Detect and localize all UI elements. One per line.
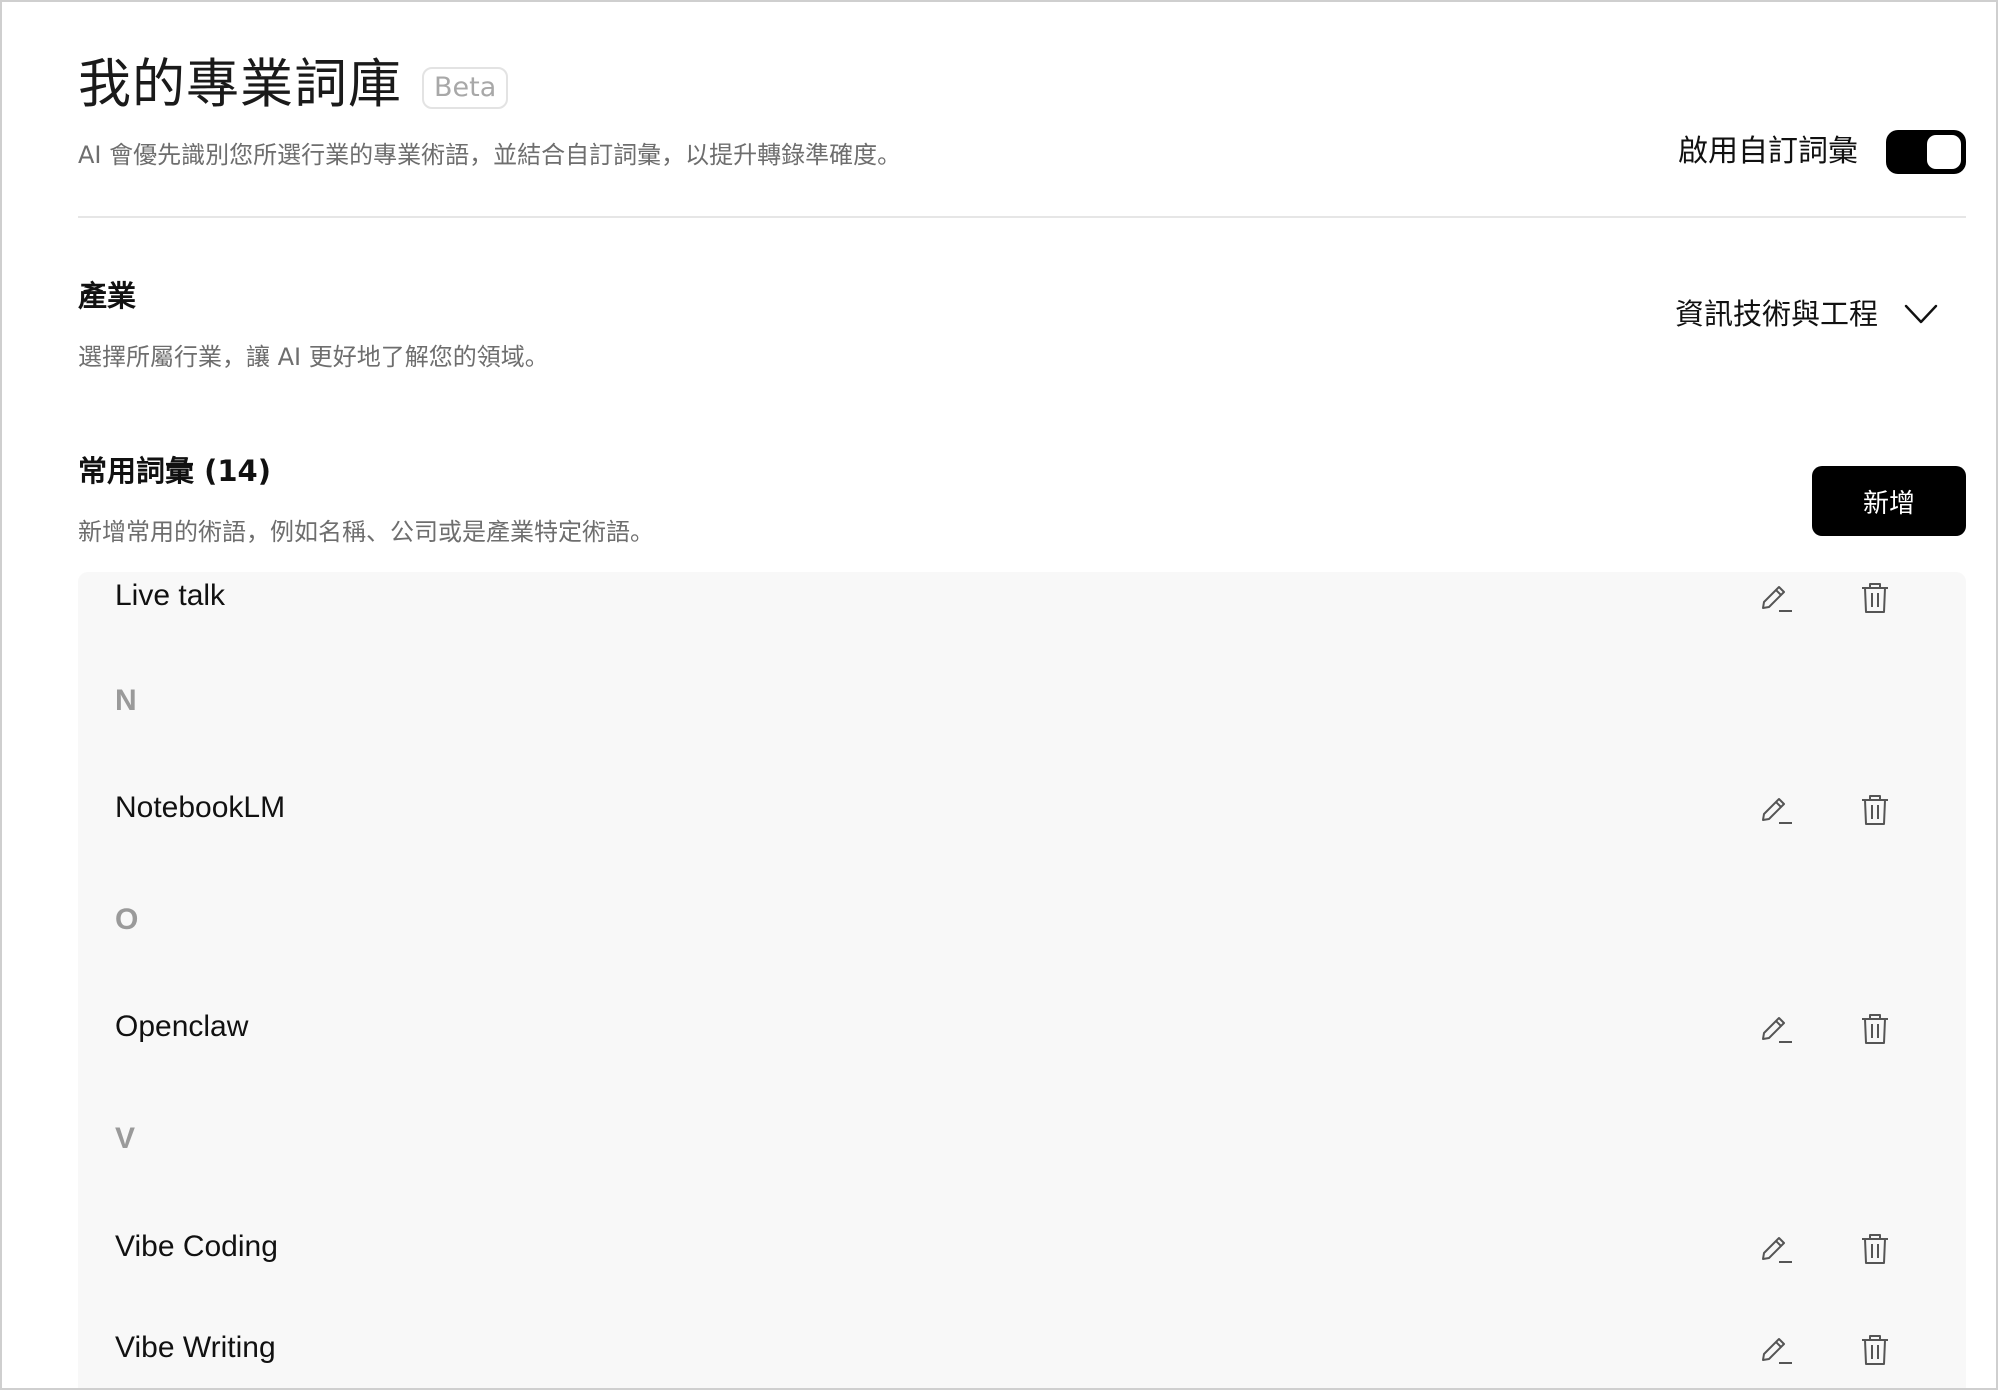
group-letter: N	[115, 684, 137, 717]
list-item: Vibe Writing	[78, 1318, 1966, 1378]
delete-button[interactable]	[1858, 580, 1892, 614]
pencil-edit-icon	[1762, 1237, 1792, 1263]
pencil-edit-icon	[1762, 1338, 1792, 1364]
delete-button[interactable]	[1858, 1231, 1892, 1265]
industry-section-description: 選擇所屬行業，讓 AI 更好地了解您的領域。	[78, 343, 549, 371]
custom-vocab-toggle-group: 啟用自訂詞彙	[1678, 130, 1966, 174]
delete-button[interactable]	[1858, 1332, 1892, 1366]
custom-vocab-toggle-label: 啟用自訂詞彙	[1678, 134, 1858, 169]
trash-icon	[1862, 1234, 1888, 1264]
edit-button[interactable]	[1759, 1332, 1793, 1366]
page-description: AI 會優先識別您所選行業的專業術語，並結合自訂詞彙，以提升轉錄準確度。	[78, 141, 902, 169]
vocab-list: Live talk N NotebookLM O Openclaw V Vibe…	[78, 572, 1966, 1388]
industry-dropdown[interactable]: 資訊技術與工程	[1675, 294, 1938, 334]
beta-badge: Beta	[422, 67, 509, 109]
term-text: NotebookLM	[115, 791, 286, 824]
industry-section-title: 產業	[78, 279, 137, 313]
add-term-button[interactable]: 新增	[1812, 466, 1966, 536]
edit-button[interactable]	[1759, 1231, 1793, 1265]
edit-button[interactable]	[1759, 580, 1793, 614]
chevron-down-icon	[1904, 304, 1938, 324]
edit-button[interactable]	[1759, 1011, 1793, 1045]
list-item: Live talk	[78, 572, 1966, 626]
term-text: Vibe Coding	[115, 1230, 278, 1263]
trash-icon	[1862, 795, 1888, 825]
page-title: 我的專業詞庫	[78, 54, 402, 115]
term-text: Openclaw	[115, 1010, 249, 1043]
trash-icon	[1862, 1335, 1888, 1365]
list-item: NotebookLM	[78, 778, 1966, 838]
trash-icon	[1862, 1014, 1888, 1044]
custom-vocab-toggle[interactable]	[1886, 130, 1966, 174]
vocabulary-settings-page: 我的專業詞庫 Beta AI 會優先識別您所選行業的專業術語，並結合自訂詞彙，以…	[78, 2, 1966, 1388]
trash-icon	[1862, 583, 1888, 613]
term-text: Live talk	[115, 579, 226, 612]
delete-button[interactable]	[1858, 792, 1892, 826]
settings-window: 我的專業詞庫 Beta AI 會優先識別您所選行業的專業術語，並結合自訂詞彙，以…	[0, 0, 1998, 1390]
list-item: Vibe Coding	[78, 1217, 1966, 1277]
industry-selected-value: 資訊技術與工程	[1674, 297, 1878, 331]
delete-button[interactable]	[1858, 1011, 1892, 1045]
header-divider	[78, 216, 1966, 218]
edit-button[interactable]	[1759, 792, 1793, 826]
toggle-knob	[1927, 135, 1961, 169]
pencil-edit-icon	[1762, 1017, 1792, 1043]
vocab-section-title: 常用詞彙 (14)	[78, 454, 271, 488]
term-text: Vibe Writing	[115, 1331, 276, 1364]
pencil-edit-icon	[1762, 586, 1792, 612]
title-row: 我的專業詞庫 Beta	[78, 52, 509, 118]
list-item: Openclaw	[78, 997, 1966, 1057]
group-letter: O	[115, 903, 139, 936]
pencil-edit-icon	[1762, 798, 1792, 824]
group-letter: V	[115, 1122, 136, 1155]
vocab-section-description: 新增常用的術語，例如名稱、公司或是產業特定術語。	[78, 518, 654, 546]
